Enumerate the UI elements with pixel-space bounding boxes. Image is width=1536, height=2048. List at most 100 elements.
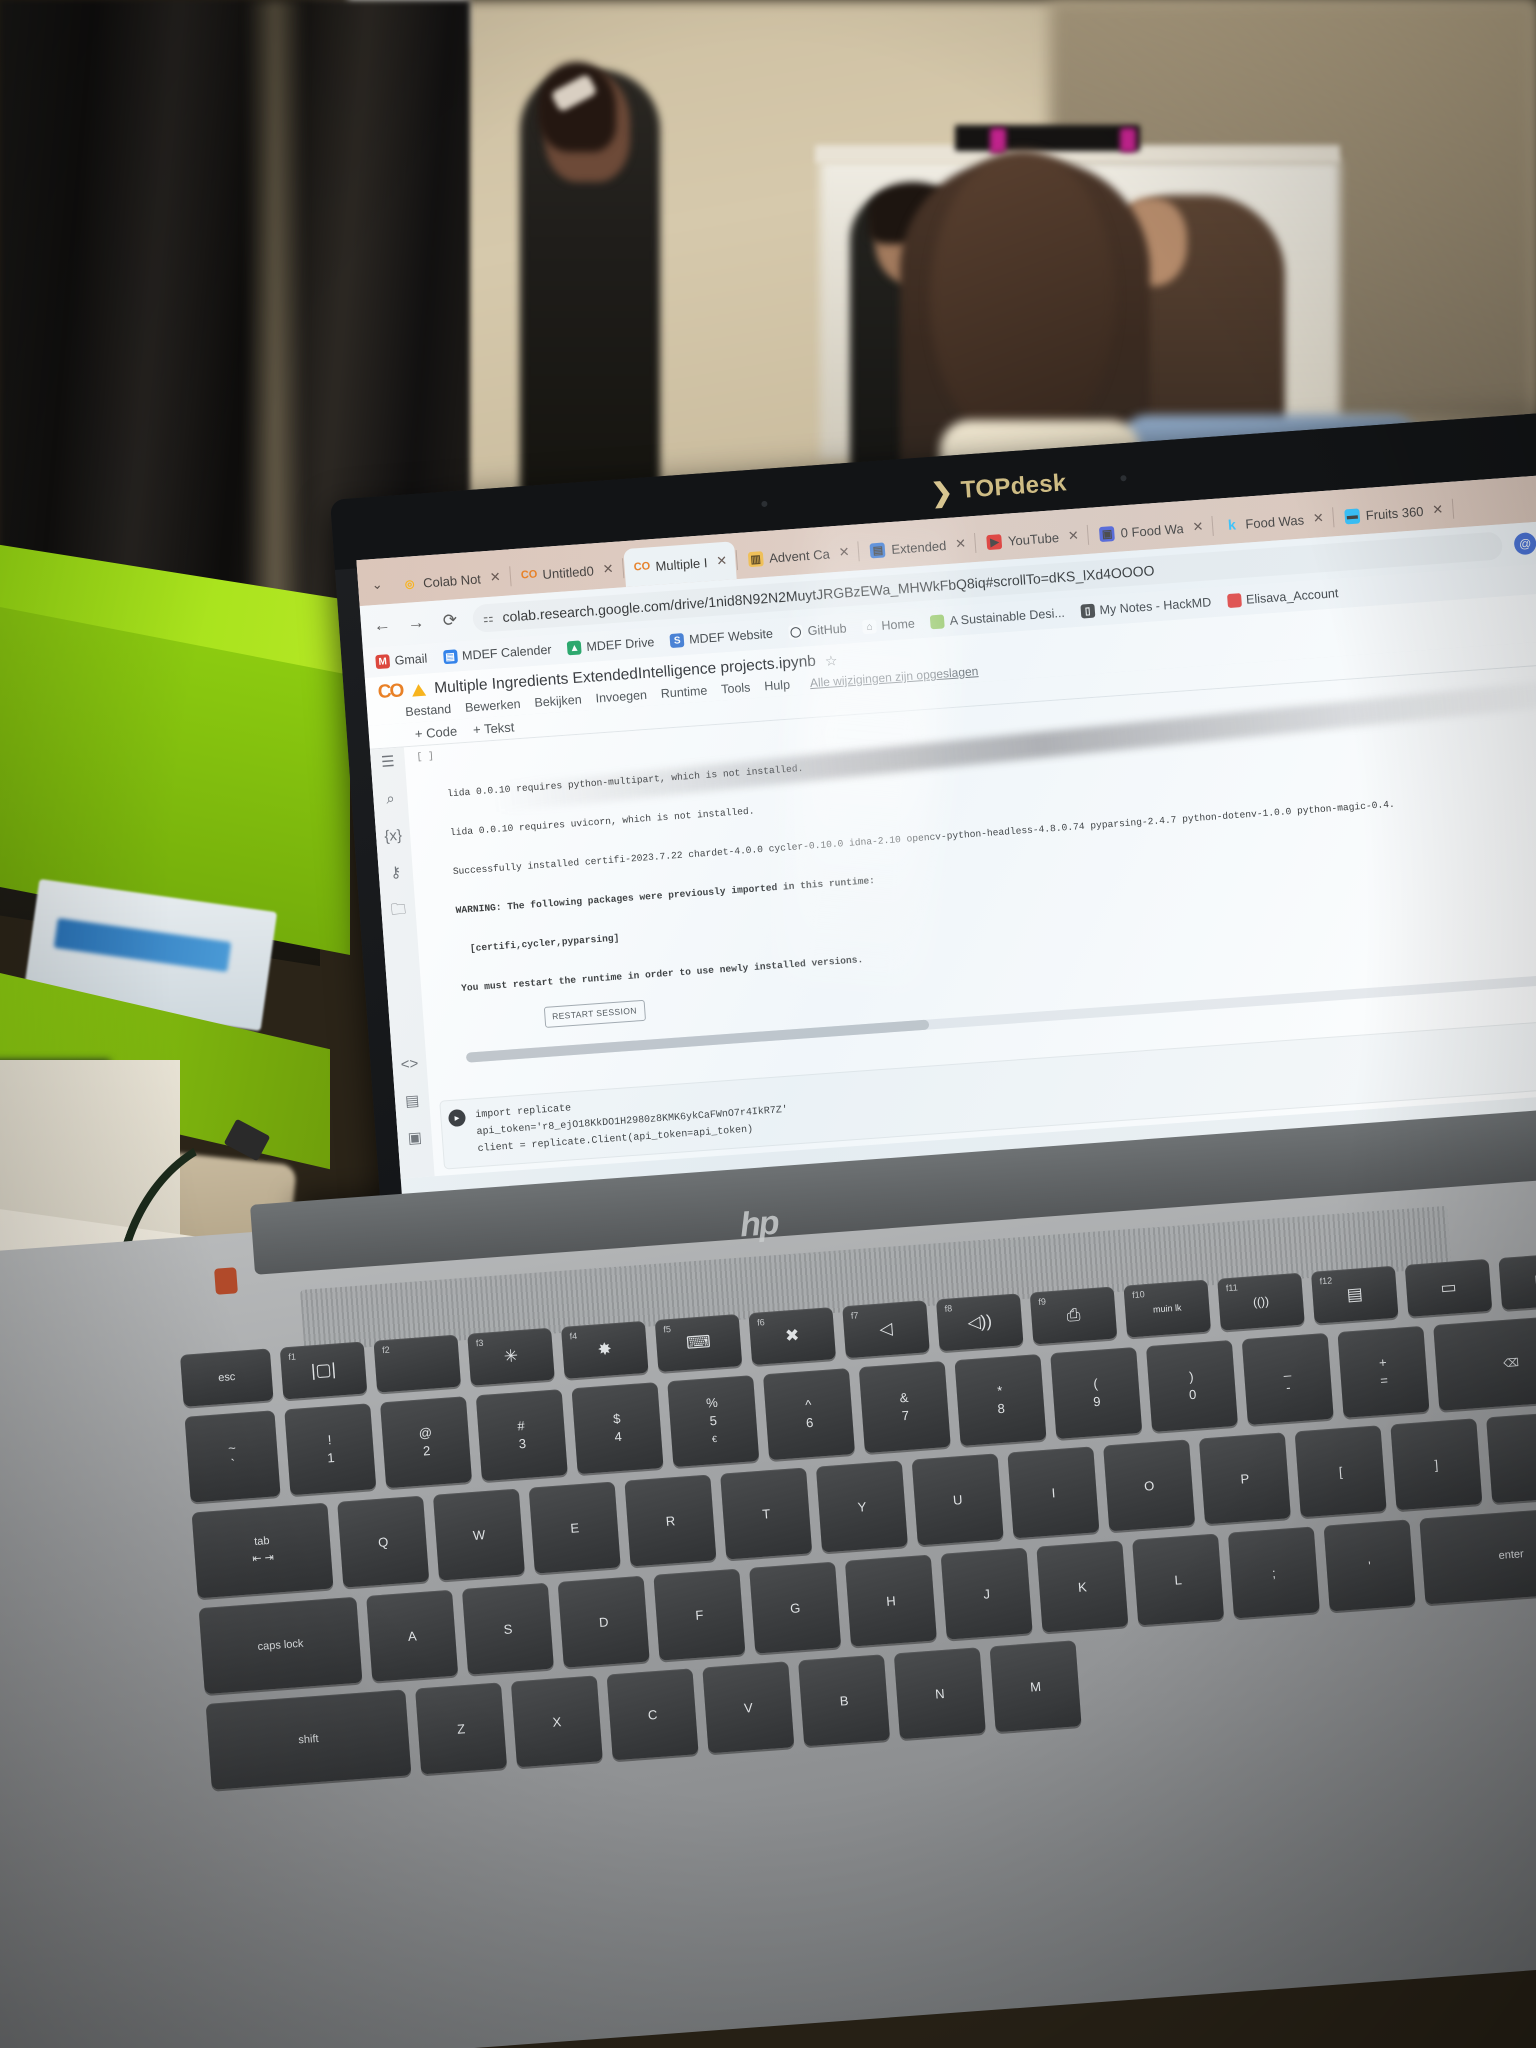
key-f6[interactable]: f6 ✖ [748,1307,837,1366]
key-x[interactable]: X [510,1675,603,1768]
key-backspace[interactable]: ⌫ [1433,1314,1536,1411]
key-f12[interactable]: f12 ▤ [1310,1265,1399,1324]
key-u[interactable]: U [911,1453,1004,1546]
bookmark-mdef-drive[interactable]: ▲ MDEF Drive [566,635,655,656]
colab-logo-icon[interactable]: CO [377,680,403,704]
terminal-icon[interactable]: ▣ [407,1129,422,1147]
key-w[interactable]: W [432,1488,525,1581]
key-r[interactable]: R [624,1474,717,1567]
key-k[interactable]: K [1036,1540,1129,1633]
code-snippets-icon[interactable]: <> [400,1055,419,1073]
key-backtick[interactable]: ~ ` [184,1410,281,1503]
browser-tab[interactable]: ▤ Extended ✕ [859,524,975,570]
key-bracket-left[interactable]: [ [1294,1425,1387,1518]
key-p[interactable]: P [1198,1432,1291,1525]
menu-item-bekijken[interactable]: Bekijken [534,693,582,710]
key-f4[interactable]: f4 ✸ [560,1320,649,1379]
close-icon[interactable]: ✕ [716,553,728,570]
key-3[interactable]: #3 [475,1389,568,1482]
key-6[interactable]: ^ 6 [762,1368,856,1461]
key-backslash[interactable]: \ [1486,1409,1536,1504]
reload-icon[interactable]: ⟳ [438,610,461,632]
bookmark-sustainable-design[interactable]: A Sustainable Desi... [930,606,1065,630]
secrets-key-icon[interactable]: ⚷ [390,864,402,882]
key-q[interactable]: Q [337,1495,430,1588]
variables-icon[interactable]: {x} [384,827,403,845]
key-esc[interactable]: esc [180,1348,274,1407]
key-o[interactable]: O [1103,1439,1196,1532]
key-y[interactable]: Y [815,1460,908,1553]
close-icon[interactable]: ✕ [838,544,850,561]
run-cell-icon[interactable]: ▶ [447,1108,467,1128]
close-icon[interactable]: ✕ [602,561,614,578]
star-outline-icon[interactable]: ☆ [824,652,838,670]
bookmark-home[interactable]: ⌂ Home [862,617,915,635]
key-5[interactable]: % 5 € [667,1375,760,1468]
key-c[interactable]: C [606,1668,699,1761]
bookmark-github[interactable]: ◯ GitHub [788,621,847,640]
key-f11[interactable]: f11(()) [1217,1272,1305,1331]
key-enter[interactable]: enter [1419,1505,1536,1605]
key-s[interactable]: S [461,1582,554,1675]
bookmark-mdef-calender[interactable]: ▤ MDEF Calender [442,643,552,665]
close-icon[interactable]: ✕ [1432,501,1444,518]
table-of-contents-icon[interactable]: ☰ [381,753,396,771]
key-f7[interactable]: f7 ◁ [842,1300,930,1359]
key-v[interactable]: V [702,1661,795,1754]
browser-tab[interactable]: CO Untitled0 ✕ [510,549,623,595]
key-b[interactable]: B [798,1654,891,1747]
scrollbar-thumb[interactable] [465,1019,930,1063]
key-t[interactable]: T [720,1467,813,1560]
key-f1[interactable]: f1 |▢| [279,1341,368,1400]
key-9[interactable]: (9 [1050,1346,1143,1440]
search-icon[interactable]: ⌕ [386,790,396,808]
menu-item-bestand[interactable]: Bestand [405,702,452,719]
key-f9[interactable]: f9 ⎙ [1029,1286,1118,1345]
key-i[interactable]: I [1007,1446,1100,1539]
key-g[interactable]: G [749,1561,842,1654]
close-icon[interactable]: ✕ [489,569,501,586]
menu-item-hulp[interactable]: Hulp [764,678,791,694]
key-f2[interactable]: f2 [373,1334,462,1393]
bookmark-mdef-website[interactable]: S MDEF Website [669,627,773,649]
bookmark-elisava-account[interactable]: Elisava_Account [1226,586,1339,609]
key-f5[interactable]: f5 ⌨ [654,1313,743,1372]
key-n[interactable]: N [893,1647,986,1740]
key-bracket-right[interactable]: ] [1390,1418,1483,1511]
key-screen[interactable]: ▭ [1404,1258,1493,1317]
close-icon[interactable]: ✕ [955,536,967,553]
key-f10[interactable]: f10 muin lk [1123,1279,1212,1338]
tune-icon[interactable]: ⚏ [482,611,494,626]
close-icon[interactable]: ✕ [1312,510,1324,527]
key-0[interactable]: ) 0 [1145,1339,1239,1433]
tab-search-dropdown-icon[interactable]: ⌄ [361,564,394,606]
key-j[interactable]: J [940,1547,1033,1640]
key-a[interactable]: A [366,1589,459,1682]
key-f3[interactable]: f3 ✳ [467,1327,555,1386]
key-e[interactable]: E [528,1481,621,1574]
menu-item-bewerken[interactable]: Bewerken [465,697,521,715]
key-minus[interactable]: _ - [1241,1332,1334,1425]
browser-tab-active[interactable]: CO Multiple I ✕ [623,541,737,588]
arrow-right-icon[interactable]: → [404,612,427,634]
key-m[interactable]: M [989,1640,1082,1733]
key-8[interactable]: * 8 [954,1353,1047,1447]
key-shift-left[interactable]: shift [205,1689,412,1790]
key-4[interactable]: $4 [571,1382,664,1475]
browser-tab[interactable]: ▶ YouTube ✕ [976,516,1088,562]
key-semicolon[interactable]: ; [1227,1526,1320,1619]
key-7[interactable]: & 7 [858,1361,951,1454]
key-quote[interactable]: ' [1323,1519,1416,1612]
menu-item-runtime[interactable]: Runtime [660,684,707,701]
key-z[interactable]: Z [415,1682,508,1775]
add-text-button[interactable]: + Tekst [473,719,515,737]
files-folder-icon[interactable]: 🗀 [390,901,406,919]
profile-avatar[interactable]: @ [1513,531,1536,556]
close-icon[interactable]: ✕ [1192,519,1204,536]
bookmark-gmail[interactable]: M Gmail [375,651,428,670]
key-f[interactable]: F [653,1568,746,1661]
command-palette-icon[interactable]: ▤ [405,1092,420,1110]
key-tab[interactable]: tab ⇤ ⇥ [191,1502,334,1599]
key-f8[interactable]: f8 ◁)) [935,1293,1024,1352]
key-2[interactable]: @2 [380,1396,473,1489]
